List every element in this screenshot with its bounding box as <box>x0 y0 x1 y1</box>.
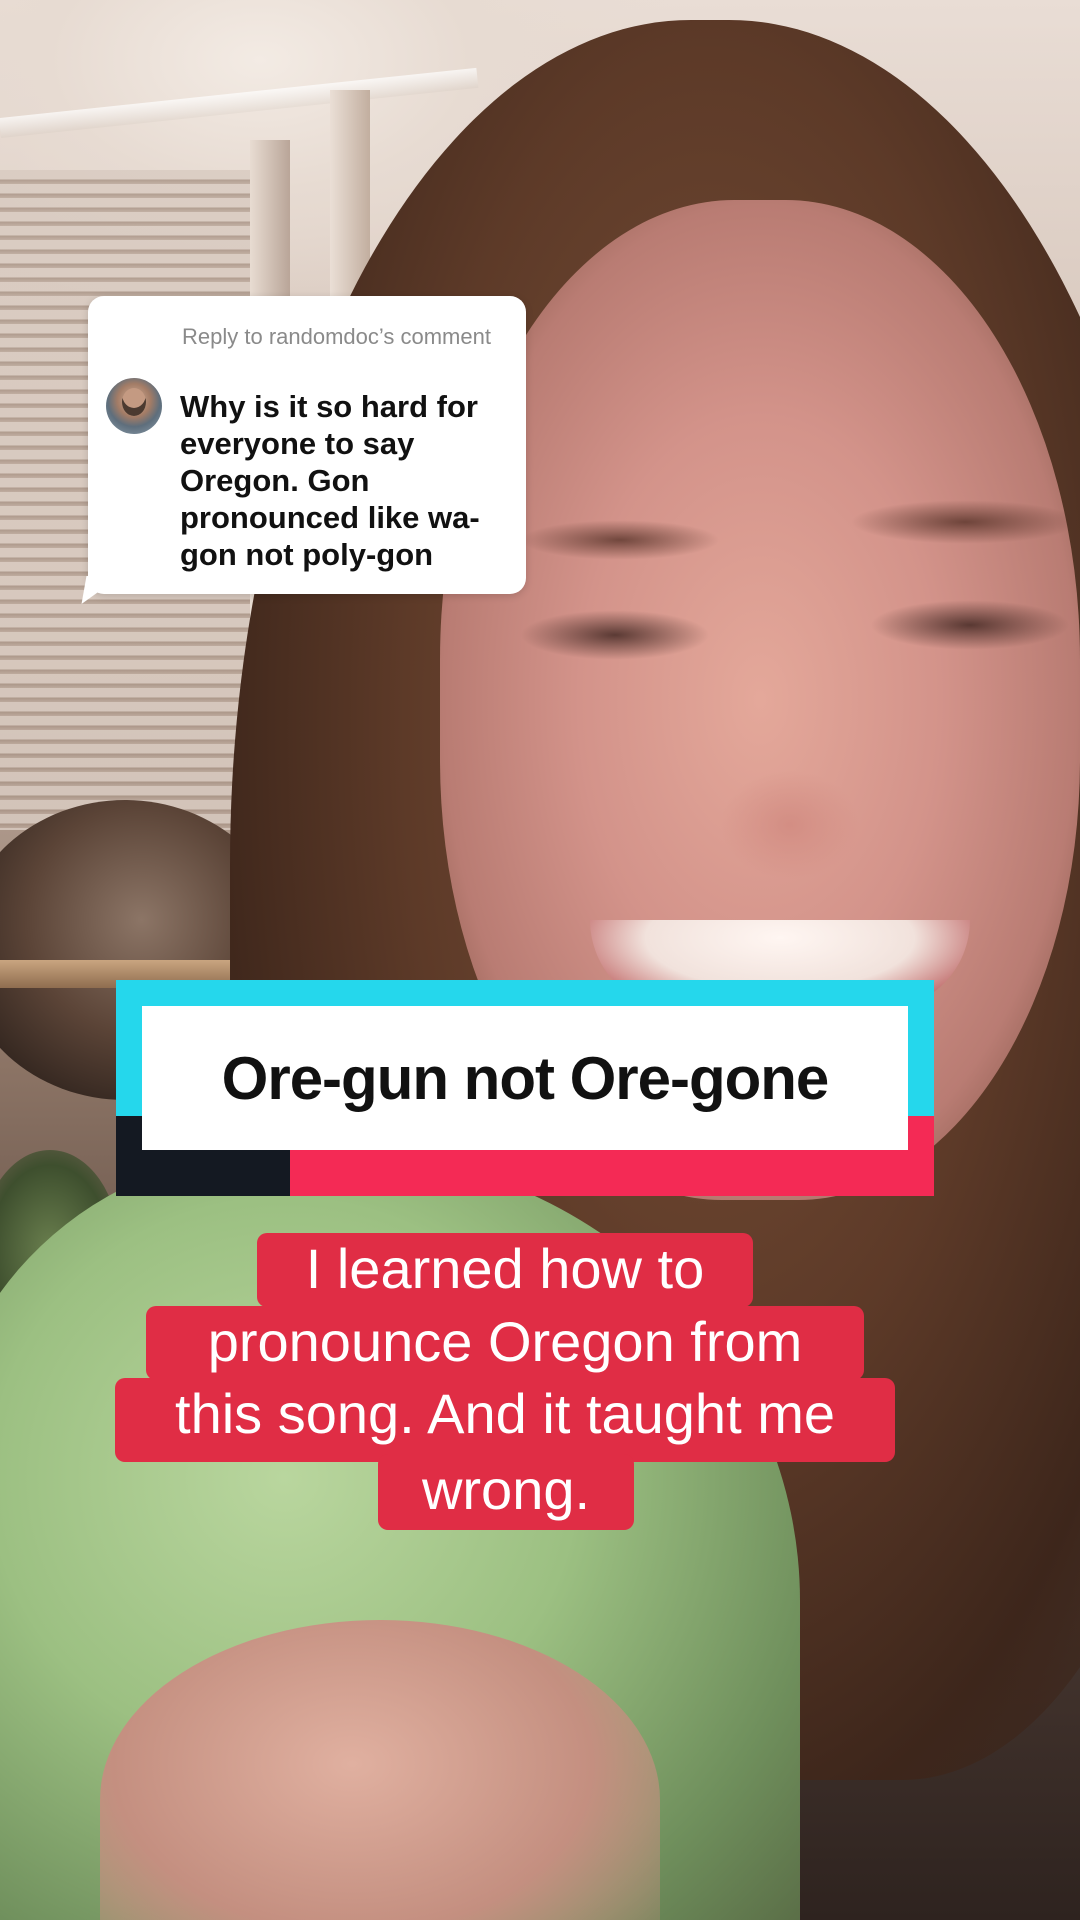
speech-bubble-tail <box>81 576 121 604</box>
right-eyebrow <box>850 500 1080 544</box>
caption-line: wrong. <box>378 1454 634 1530</box>
caption-line: this song. And it taught me <box>115 1378 895 1462</box>
reply-comment-sticker[interactable]: Reply to randomdoc’s comment Why is it s… <box>81 296 526 604</box>
title-banner: Ore-gun not Ore-gone <box>116 980 934 1196</box>
nose <box>720 770 860 880</box>
banner-title: Ore-gun not Ore-gone <box>221 1044 830 1112</box>
right-eye <box>870 600 1070 650</box>
left-eyebrow <box>520 520 720 560</box>
reply-header: Reply to randomdoc’s comment <box>182 324 491 349</box>
avatar-face-icon <box>122 388 146 416</box>
caption-line: pronounce Oregon from <box>146 1306 864 1380</box>
caption-line: I learned how to <box>257 1233 753 1307</box>
banner-text-box: Ore-gun not Ore-gone <box>142 1006 908 1150</box>
left-eye <box>520 610 710 660</box>
comment-text: Why is it so hard for everyone to say Or… <box>180 389 480 572</box>
avatar <box>106 378 162 434</box>
video-frame[interactable] <box>0 0 1080 1920</box>
